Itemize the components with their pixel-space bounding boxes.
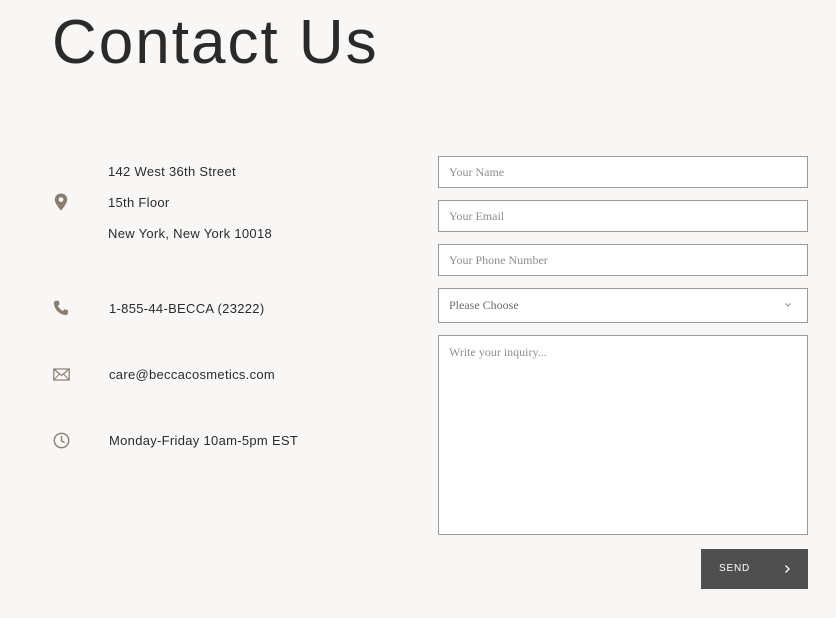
page-title: Contact Us	[52, 8, 379, 77]
phone-icon	[52, 299, 70, 317]
address-line-3: New York, New York 10018	[108, 226, 273, 241]
send-button-label: SEND	[719, 563, 750, 574]
business-hours: Monday-Friday 10am-5pm EST	[109, 433, 299, 448]
envelope-icon	[52, 365, 70, 383]
phone-input[interactable]	[439, 245, 807, 275]
address-line-1: 142 West 36th Street	[108, 164, 236, 179]
map-pin-icon	[52, 193, 70, 211]
name-input[interactable]	[439, 157, 807, 187]
chevron-right-icon	[782, 563, 792, 575]
clock-icon	[52, 431, 70, 449]
topic-select[interactable]: Please Choose	[438, 288, 808, 323]
name-field-wrapper	[438, 156, 808, 188]
email-link[interactable]: care@beccacosmetics.com	[109, 367, 275, 383]
topic-select-value: Please Choose	[449, 298, 519, 312]
chevron-down-icon	[781, 298, 795, 312]
inquiry-textarea[interactable]	[439, 336, 807, 534]
send-button[interactable]: SEND	[701, 549, 808, 589]
inquiry-field-wrapper	[438, 335, 808, 535]
email-input[interactable]	[439, 201, 807, 231]
phone-field-wrapper	[438, 244, 808, 276]
email-field-wrapper	[438, 200, 808, 232]
address-line-2: 15th Floor	[108, 195, 170, 210]
phone-number[interactable]: 1-855-44-BECCA (23222)	[109, 301, 264, 317]
